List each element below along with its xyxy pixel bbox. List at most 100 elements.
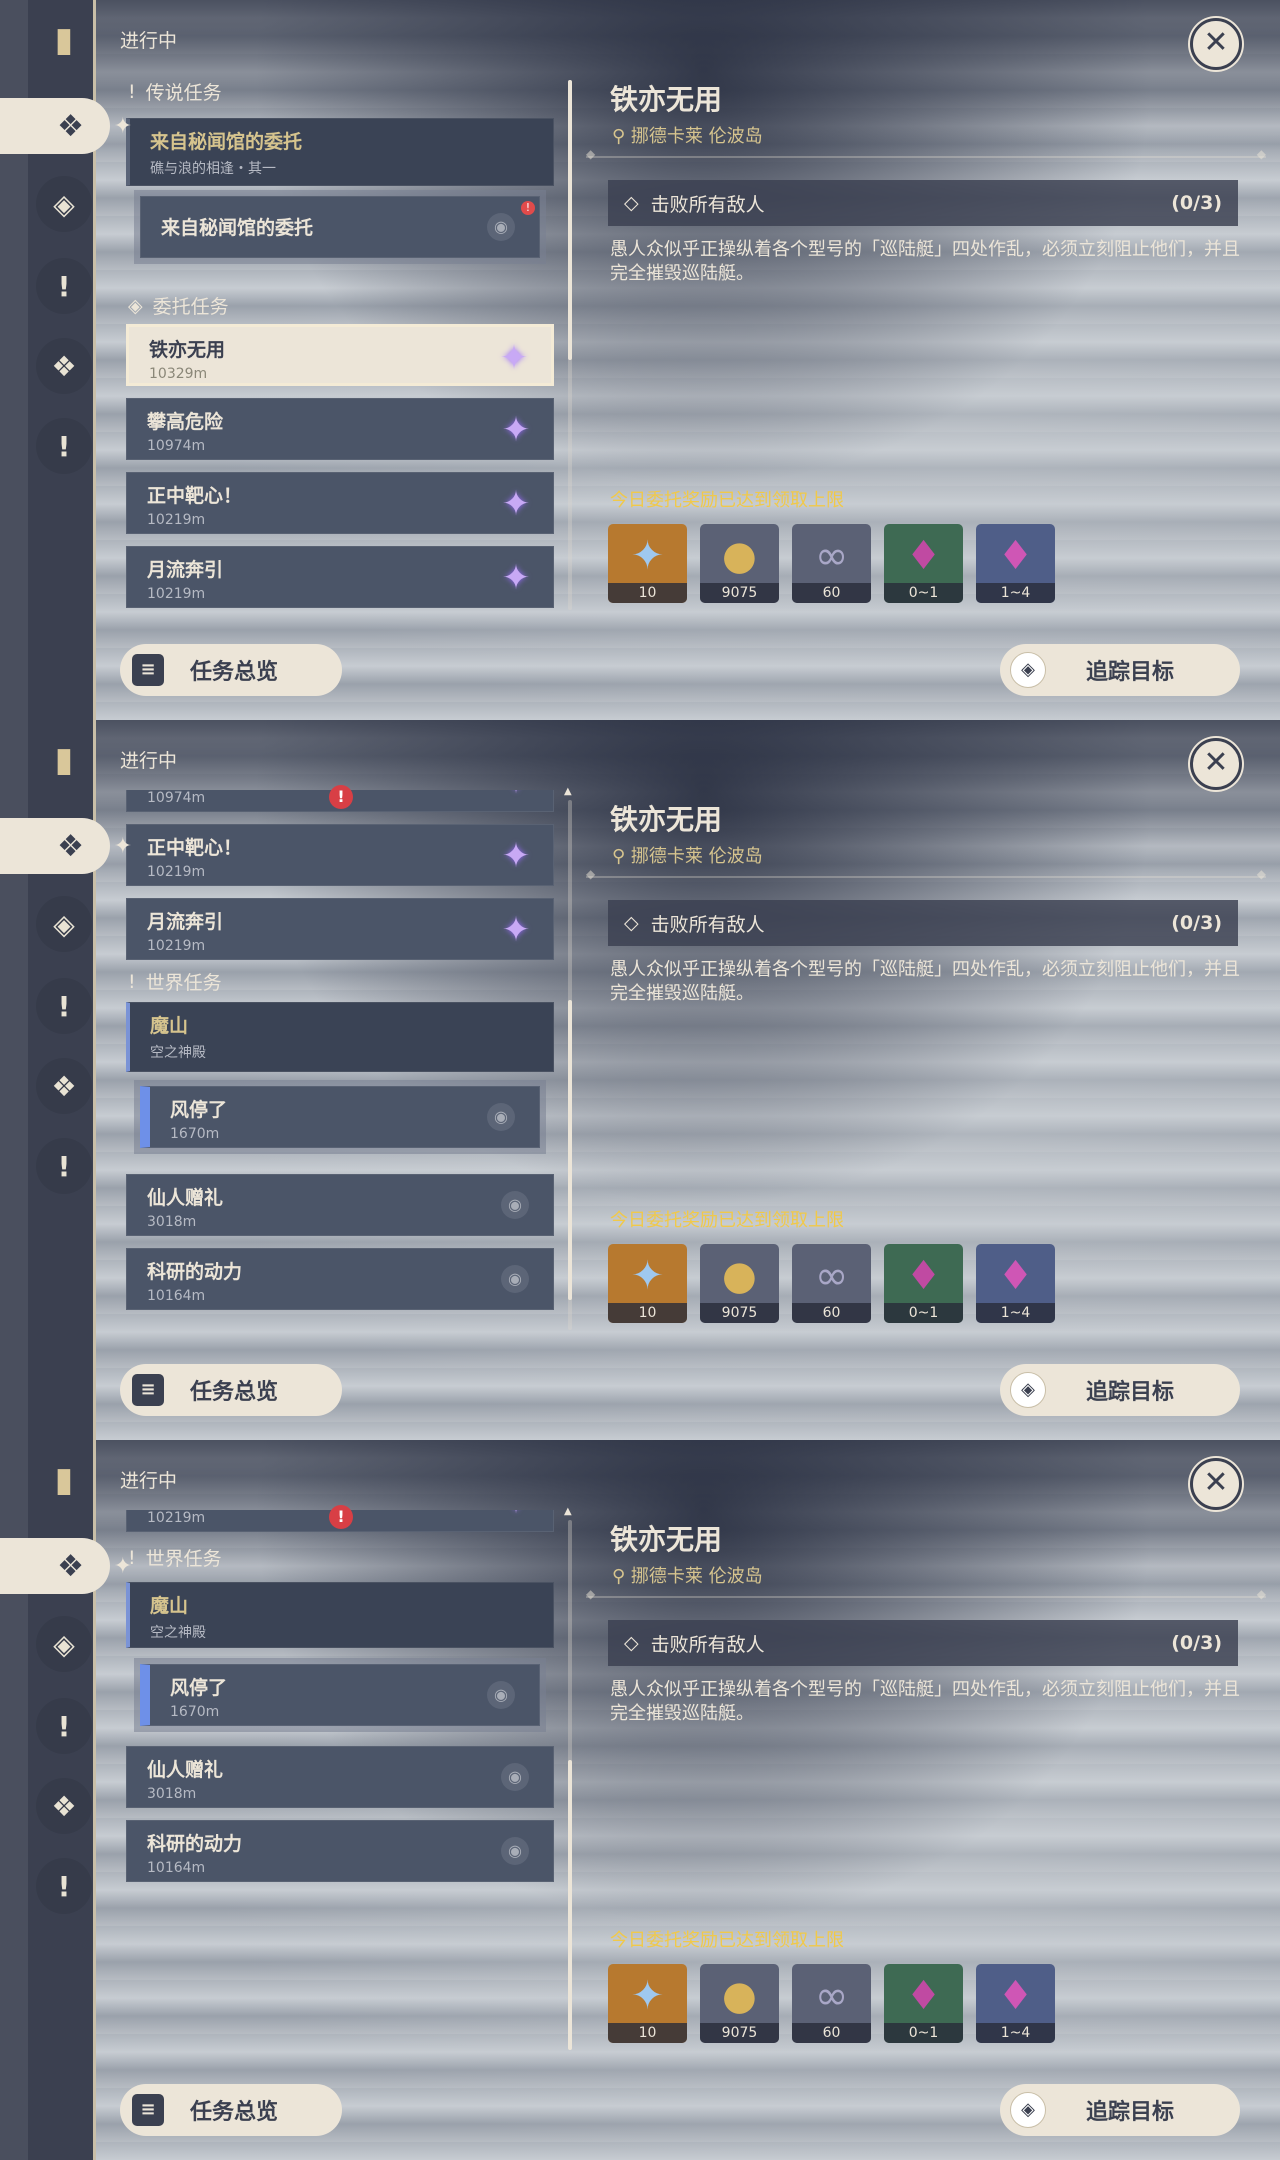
crystal-cluster-icon: ♦ bbox=[997, 1253, 1034, 1299]
quest-row-selected[interactable]: 铁亦无用 10329m ✦ bbox=[126, 324, 554, 386]
quest-panel-2: ▮ ◈ ! ❖ ! ❖ 进行中 ✕ 攀高危险 10974m ✦ 正中靶心！ 10… bbox=[0, 720, 1280, 1440]
commission-icon[interactable]: ❖ bbox=[36, 1778, 92, 1834]
adventure-exp-icon: ✦ bbox=[630, 533, 665, 579]
archon-quest-icon[interactable]: ◈ bbox=[36, 896, 92, 952]
reward-limit-notice: 今日委托奖励已达到领取上限 bbox=[610, 1930, 844, 1951]
quest-row[interactable]: 月流奔引 10219m ✦ bbox=[126, 898, 554, 960]
reward-item[interactable]: ✦ 10 bbox=[608, 1964, 687, 2043]
story-quest-icon[interactable]: ! bbox=[36, 1698, 92, 1754]
quest-group-legend[interactable]: 来自秘闻馆的委托 礁与浪的相逢・其一 bbox=[126, 118, 554, 186]
archon-quest-icon[interactable]: ◈ bbox=[36, 176, 92, 232]
quest-row[interactable]: 月流奔引 10219m ✦ bbox=[126, 546, 554, 608]
quest-overview-button[interactable]: ≡ 任务总览 bbox=[120, 644, 342, 696]
map-pin-icon[interactable]: ◉ bbox=[487, 213, 515, 241]
reward-limit-notice: 今日委托奖励已达到领取上限 bbox=[610, 1210, 844, 1231]
bookmark-icon[interactable]: ▮ bbox=[36, 12, 92, 68]
map-pin-icon[interactable]: ◉ bbox=[501, 1837, 529, 1865]
commission-gem-icon: ✦ bbox=[501, 836, 531, 876]
quest-row[interactable]: 仙人赠礼 3018m ◉ bbox=[126, 1746, 554, 1808]
rail-tab-all-active[interactable]: ❖ bbox=[0, 818, 132, 874]
archon-quest-icon[interactable]: ◈ bbox=[36, 1616, 92, 1672]
list-scrollbar[interactable]: ▲ bbox=[564, 786, 572, 1330]
quest-list: 攀高危险 10974m ✦ 正中靶心！ 10219m ✦ 月流奔引 10219m… bbox=[118, 790, 568, 1330]
alert-badge-icon: ! bbox=[329, 1505, 353, 1529]
reward-item[interactable]: ● 9075 bbox=[700, 524, 779, 603]
quest-row[interactable]: 科研的动力 10164m ◉ bbox=[126, 1820, 554, 1882]
reward-item[interactable]: ∞ 60 bbox=[792, 1244, 871, 1323]
commission-gem-icon: ✦ bbox=[501, 910, 531, 950]
rail-tab-all-active[interactable]: ❖ bbox=[0, 98, 132, 154]
close-button[interactable]: ✕ bbox=[1190, 18, 1242, 70]
track-target-button[interactable]: ◈ 追踪目标 bbox=[1000, 644, 1240, 696]
quest-panel-1: ▮ ◈ ! ❖ ! ❖ 进行中 ✕ !传说任务 来自秘闻馆的委托 礁与浪的相逢・… bbox=[0, 0, 1280, 720]
map-pin-icon[interactable]: ◉ bbox=[487, 1681, 515, 1709]
exclaim-icon: ! bbox=[128, 970, 136, 993]
track-target-button[interactable]: ◈ 追踪目标 bbox=[1000, 1364, 1240, 1416]
reward-item[interactable]: ∞ 60 bbox=[792, 1964, 871, 2043]
commission-icon[interactable]: ❖ bbox=[36, 1058, 92, 1114]
reward-item[interactable]: ♦ 0~1 bbox=[884, 524, 963, 603]
list-scrollbar[interactable]: ▲ bbox=[564, 1506, 572, 2050]
crystal-shard-icon: ♦ bbox=[905, 1973, 942, 2019]
quest-description: 愚人众似乎正操纵着各个型号的「巡陆艇」四处作乱，必须立刻阻止他们，并且完全摧毁巡… bbox=[610, 1679, 1240, 1724]
quest-location: ⚲ 挪德卡莱 伦波岛 bbox=[612, 846, 763, 867]
reward-item[interactable]: ♦ 1~4 bbox=[976, 524, 1055, 603]
reward-item[interactable]: ♦ 0~1 bbox=[884, 1964, 963, 2043]
quest-group-world[interactable]: 魔山 空之神殿 bbox=[126, 1002, 554, 1072]
reward-item[interactable]: ♦ 1~4 bbox=[976, 1964, 1055, 2043]
reward-list: ✦ 10 ● 9075 ∞ 60 ♦ 0~1 ♦ 1~4 bbox=[608, 524, 1055, 603]
reward-item[interactable]: ∞ 60 bbox=[792, 524, 871, 603]
section-world: !世界任务 bbox=[128, 1544, 222, 1571]
story-quest-icon[interactable]: ! bbox=[36, 978, 92, 1034]
quest-row[interactable]: 正中靶心！ 10219m ✦ bbox=[126, 824, 554, 886]
objective-diamond-icon: ◇ bbox=[624, 1632, 639, 1654]
commission-icon[interactable]: ❖ bbox=[36, 338, 92, 394]
quest-row[interactable]: 仙人赠礼 3018m ◉ bbox=[126, 1174, 554, 1236]
world-quest-icon[interactable]: ! bbox=[36, 418, 92, 474]
quest-overview-button[interactable]: ≡ 任务总览 bbox=[120, 2084, 342, 2136]
scroll-up-icon[interactable]: ▲ bbox=[564, 1506, 572, 1517]
quest-step-world[interactable]: 风停了 1670m ◉ bbox=[140, 1086, 540, 1148]
bookmark-icon[interactable]: ▮ bbox=[36, 732, 92, 788]
quest-row[interactable]: 攀高危险 10974m ✦ bbox=[126, 398, 554, 460]
quest-title: 铁亦无用 bbox=[610, 1523, 723, 1556]
track-diamond-icon: ◈ bbox=[1010, 652, 1046, 688]
section-legend: ! 传说任务 bbox=[128, 80, 222, 105]
quest-overview-button[interactable]: ≡ 任务总览 bbox=[120, 1364, 342, 1416]
map-pin-icon[interactable]: ◉ bbox=[501, 1265, 529, 1293]
scroll-up-icon[interactable]: ▲ bbox=[564, 786, 572, 797]
commission-diamond-icon: ◈ bbox=[128, 294, 143, 317]
scroll-thumb[interactable] bbox=[568, 1760, 572, 2050]
reward-item[interactable]: ● 9075 bbox=[700, 1244, 779, 1323]
reward-item[interactable]: ✦ 10 bbox=[608, 524, 687, 603]
reward-item[interactable]: ♦ 0~1 bbox=[884, 1244, 963, 1323]
close-button[interactable]: ✕ bbox=[1190, 1458, 1242, 1510]
quest-row[interactable]: 正中靶心！ 10219m ✦ bbox=[126, 472, 554, 534]
location-pin-icon: ⚲ bbox=[612, 846, 631, 867]
reward-item[interactable]: ♦ 1~4 bbox=[976, 1244, 1055, 1323]
objective-bar: ◇ 击败所有敌人 (0/3) bbox=[608, 180, 1238, 226]
world-quest-icon[interactable]: ! bbox=[36, 1858, 92, 1914]
mora-icon: ● bbox=[722, 1973, 757, 2019]
scroll-thumb[interactable] bbox=[568, 1000, 572, 1300]
scroll-thumb[interactable] bbox=[568, 80, 572, 360]
map-pin-icon[interactable]: ◉ bbox=[487, 1103, 515, 1131]
story-quest-icon[interactable]: ! bbox=[36, 258, 92, 314]
quest-group-world[interactable]: 魔山 空之神殿 bbox=[126, 1582, 554, 1648]
reward-item[interactable]: ● 9075 bbox=[700, 1964, 779, 2043]
divider bbox=[586, 147, 1266, 161]
alert-badge-icon: ! bbox=[329, 785, 353, 809]
quest-row[interactable]: 科研的动力 10164m ◉ bbox=[126, 1248, 554, 1310]
rail-tab-all-active[interactable]: ❖ bbox=[0, 1538, 132, 1594]
track-target-button[interactable]: ◈ 追踪目标 bbox=[1000, 2084, 1240, 2136]
close-button[interactable]: ✕ bbox=[1190, 738, 1242, 790]
list-scrollbar[interactable] bbox=[568, 80, 572, 610]
world-quest-icon[interactable]: ! bbox=[36, 1138, 92, 1194]
quest-step-world[interactable]: 风停了 1670m ◉ bbox=[140, 1664, 540, 1726]
bookmark-icon[interactable]: ▮ bbox=[36, 1452, 92, 1508]
map-pin-icon[interactable]: ◉ bbox=[501, 1191, 529, 1219]
quest-step-legend[interactable]: 来自秘闻馆的委托 ◉ ! bbox=[140, 196, 540, 258]
quest-location: ⚲ 挪德卡莱 伦波岛 bbox=[612, 1566, 763, 1587]
reward-item[interactable]: ✦ 10 bbox=[608, 1244, 687, 1323]
map-pin-icon[interactable]: ◉ bbox=[501, 1763, 529, 1791]
